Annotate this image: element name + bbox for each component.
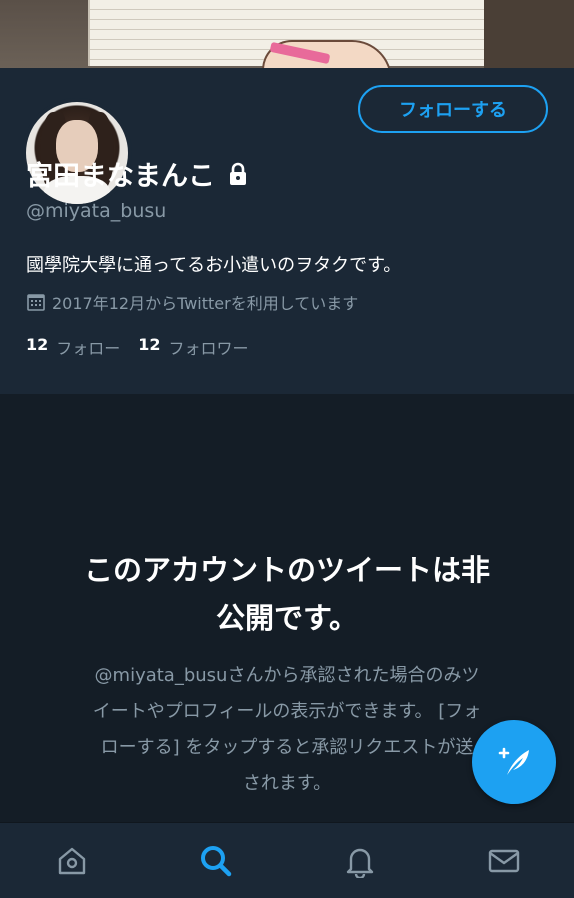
bell-icon bbox=[343, 844, 377, 878]
following-count: 12 bbox=[26, 335, 49, 354]
follow-button[interactable]: フォローする bbox=[358, 85, 548, 133]
followers-label: フォロワー bbox=[168, 339, 249, 358]
display-name: 宮田まなまんこ bbox=[26, 154, 249, 193]
display-name-text: 宮田まなまんこ bbox=[26, 161, 215, 192]
mail-icon bbox=[487, 844, 521, 878]
banner-shadow bbox=[484, 0, 574, 68]
protected-desc-line4: されます。 bbox=[242, 773, 332, 794]
calendar-icon bbox=[26, 292, 46, 312]
protected-desc-line3: ローする] をタップすると承認リクエストが送 bbox=[100, 737, 474, 758]
following-link[interactable]: 12 フォロー bbox=[26, 335, 138, 359]
tab-home[interactable] bbox=[52, 841, 92, 881]
profile-banner[interactable] bbox=[0, 0, 574, 68]
join-date-text: 2017年12月からTwitterを利用しています bbox=[52, 294, 359, 313]
protected-desc-line2: イートやプロフィールの表示ができます。 [フォ bbox=[92, 701, 482, 722]
following-label: フォロー bbox=[56, 339, 121, 358]
compose-tweet-button[interactable] bbox=[472, 720, 556, 804]
protected-title: このアカウントのツイートは非 公開です。 bbox=[0, 546, 574, 642]
followers-link[interactable]: 12 フォロワー bbox=[138, 335, 266, 359]
profile-header: フォローする 宮田まなまんこ @miyata_busu 國學院大學に通ってるお小… bbox=[0, 68, 574, 394]
tab-messages[interactable] bbox=[484, 841, 524, 881]
follow-counts: 12 フォロー 12 フォロワー bbox=[26, 335, 267, 359]
handle: @miyata_busu bbox=[26, 200, 167, 222]
bio: 國學院大學に通ってるお小遣いのヲタクです。 bbox=[26, 255, 402, 276]
compose-tweet-icon bbox=[491, 739, 537, 785]
protected-title-line2: 公開です。 bbox=[215, 601, 359, 635]
protected-title-line1: このアカウントのツイートは非 bbox=[83, 553, 490, 587]
search-icon bbox=[198, 843, 234, 879]
bottom-tab-bar bbox=[0, 822, 574, 898]
followers-count: 12 bbox=[138, 335, 161, 354]
join-date: 2017年12月からTwitterを利用しています bbox=[26, 290, 358, 314]
protected-desc-line1: @miyata_busuさんから承認された場合のみツ bbox=[94, 665, 480, 686]
home-icon bbox=[55, 844, 89, 878]
tab-notifications[interactable] bbox=[340, 841, 380, 881]
protected-description: @miyata_busuさんから承認された場合のみツ イートやプロフィールの表示… bbox=[52, 658, 522, 802]
tab-search[interactable] bbox=[196, 841, 236, 881]
lock-icon bbox=[227, 162, 249, 186]
